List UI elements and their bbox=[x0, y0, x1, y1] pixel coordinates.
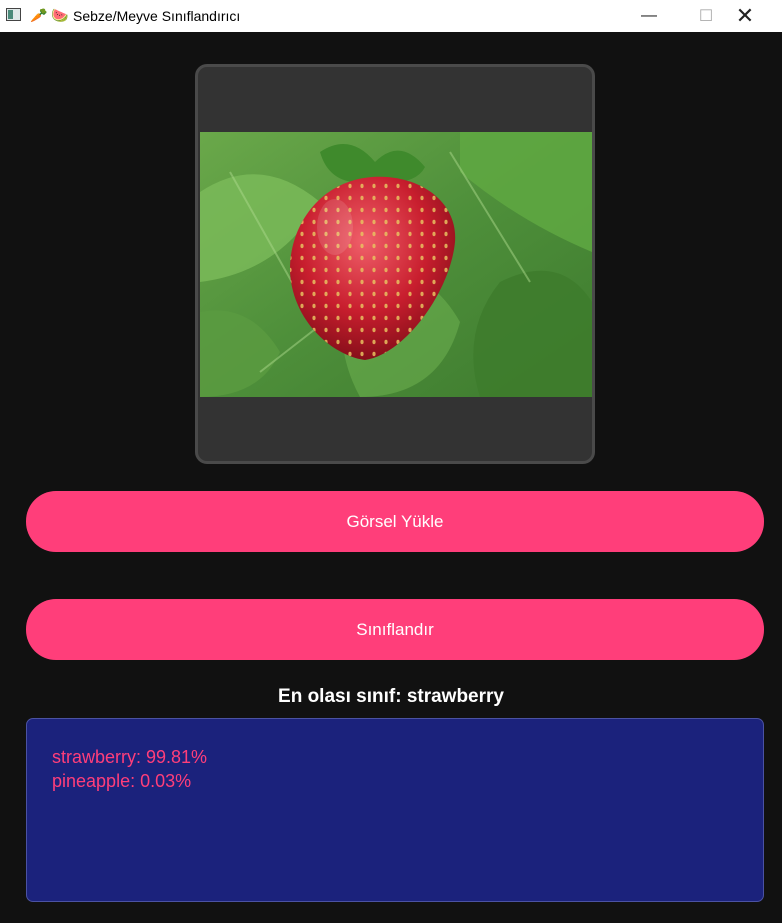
title-bar: 🥕 🍉 Sebze/Meyve Sınıflandırıcı — ☐ ✕ bbox=[0, 0, 782, 32]
app-icon bbox=[6, 8, 21, 21]
strawberry-image bbox=[200, 132, 592, 397]
minimize-button[interactable]: — bbox=[626, 0, 672, 32]
close-button[interactable]: ✕ bbox=[722, 0, 768, 32]
window-title: Sebze/Meyve Sınıflandırıcı bbox=[73, 8, 241, 24]
predictions-panel: strawberry: 99.81% pineapple: 0.03% bbox=[26, 718, 764, 902]
prediction-line: strawberry: 99.81% bbox=[52, 747, 208, 767]
prediction-line: pineapple: 0.03% bbox=[52, 771, 192, 791]
watermelon-icon: 🍉 bbox=[51, 7, 69, 23]
upload-image-button[interactable]: Görsel Yükle bbox=[26, 491, 764, 552]
top-class-label: En olası sınıf: strawberry bbox=[278, 686, 504, 707]
classify-button[interactable]: Sınıflandır bbox=[26, 599, 764, 660]
image-preview bbox=[195, 64, 595, 464]
carrot-icon: 🥕 bbox=[30, 7, 48, 23]
